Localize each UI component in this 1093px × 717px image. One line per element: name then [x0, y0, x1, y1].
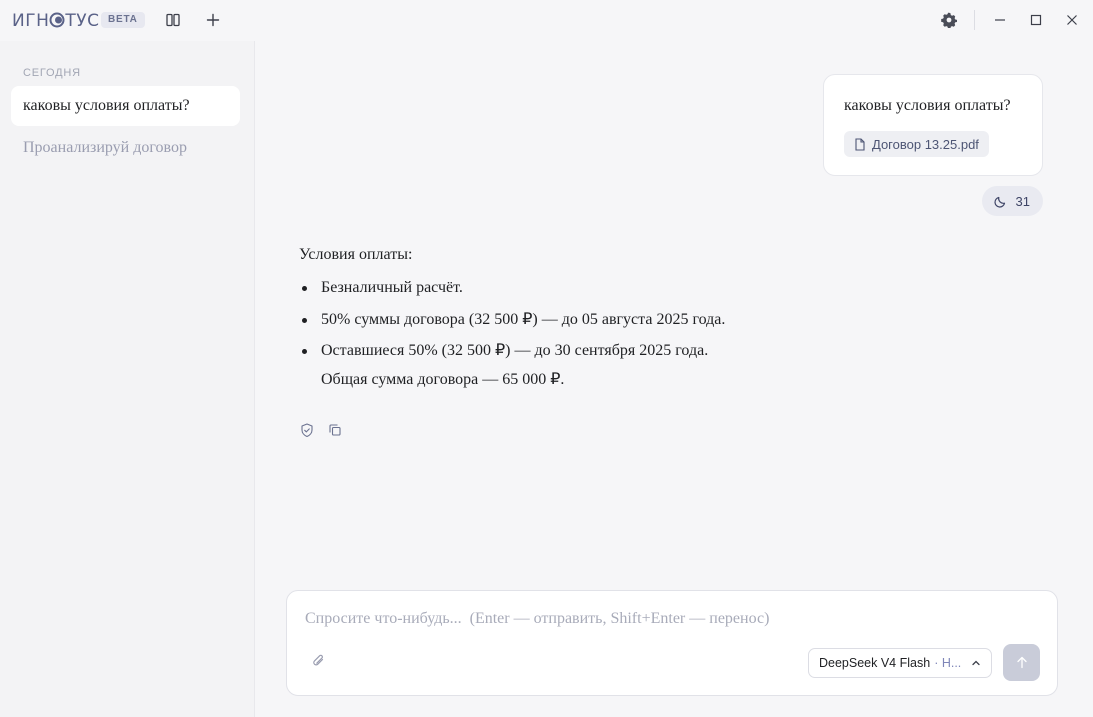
logo-suffix: ТУС — [65, 11, 100, 31]
verify-button[interactable] — [298, 421, 316, 439]
answer-bullet: Безналичный расчёт. — [299, 278, 725, 310]
plus-icon — [206, 13, 220, 27]
answer-intro: Условия оплаты: — [299, 246, 413, 263]
beta-badge: BETA — [101, 12, 145, 28]
model-mode: · Н... — [934, 656, 962, 670]
sidebar-toggle-button[interactable] — [160, 7, 186, 33]
sidebar-chat-item[interactable]: Проанализируй договор — [11, 128, 240, 168]
logo-mark-icon — [49, 12, 65, 28]
title-divider — [974, 10, 975, 30]
close-icon — [1067, 15, 1077, 25]
user-message-text: каковы условия оплаты? — [844, 97, 1011, 114]
attachment-chip[interactable]: Договор 13.25.pdf — [844, 131, 989, 157]
model-select[interactable]: DeepSeek V4 Flash · Н... — [808, 648, 992, 678]
logo-prefix: ИГН — [12, 11, 50, 31]
close-window-button[interactable] — [1059, 7, 1085, 33]
model-name: DeepSeek V4 Flash — [819, 656, 931, 670]
composer: DeepSeek V4 Flash · Н... — [286, 590, 1058, 696]
sidebar-chat-item[interactable]: каковы условия оплаты? — [11, 86, 240, 126]
minimize-button[interactable] — [987, 7, 1013, 33]
chat-area: каковы условия оплаты? Договор 13.25.pdf… — [256, 41, 1093, 717]
new-chat-button[interactable] — [200, 7, 226, 33]
section-label-today: СЕГОДНЯ — [23, 67, 81, 79]
arrow-up-icon — [1016, 656, 1027, 669]
maximize-icon — [1030, 14, 1042, 26]
attachment-name: Договор 13.25.pdf — [872, 136, 979, 152]
shield-check-icon — [301, 422, 313, 437]
time-badge-value: 31 — [1015, 193, 1030, 209]
answer-total: Общая сумма договора — 65 000 ₽. — [321, 370, 565, 388]
settings-button[interactable] — [936, 7, 962, 33]
maximize-button[interactable] — [1023, 7, 1049, 33]
sidebar: СЕГОДНЯ каковы условия оплаты? Проанализ… — [0, 41, 255, 717]
user-message-bubble: каковы условия оплаты? Договор 13.25.pdf — [823, 74, 1043, 176]
minimize-icon — [995, 19, 1005, 21]
chevron-up-icon — [972, 660, 980, 666]
answer-bullet: 50% суммы договора (32 500 ₽) — до 05 ав… — [299, 310, 725, 342]
time-badge[interactable]: 31 — [981, 186, 1043, 216]
attach-file-button[interactable] — [309, 651, 329, 671]
send-button[interactable] — [1003, 644, 1040, 681]
copy-button[interactable] — [326, 421, 344, 439]
app-logo: ИГН ТУС — [12, 11, 100, 31]
split-panel-icon — [166, 13, 180, 27]
file-icon — [855, 137, 865, 151]
answer-list: Безналичный расчёт. 50% суммы договора (… — [299, 278, 725, 373]
answer-bullet: Оставшиеся 50% (32 500 ₽) — до 30 сентяб… — [299, 341, 725, 373]
gear-icon — [941, 12, 957, 28]
assistant-answer: Условия оплаты: Безналичный расчёт. 50% … — [299, 246, 725, 390]
copy-icon — [329, 424, 341, 436]
moon-icon — [993, 196, 1005, 208]
message-input[interactable] — [305, 607, 1035, 631]
paperclip-icon — [313, 654, 324, 666]
title-bar: ИГН ТУС BETA — [0, 0, 1093, 41]
